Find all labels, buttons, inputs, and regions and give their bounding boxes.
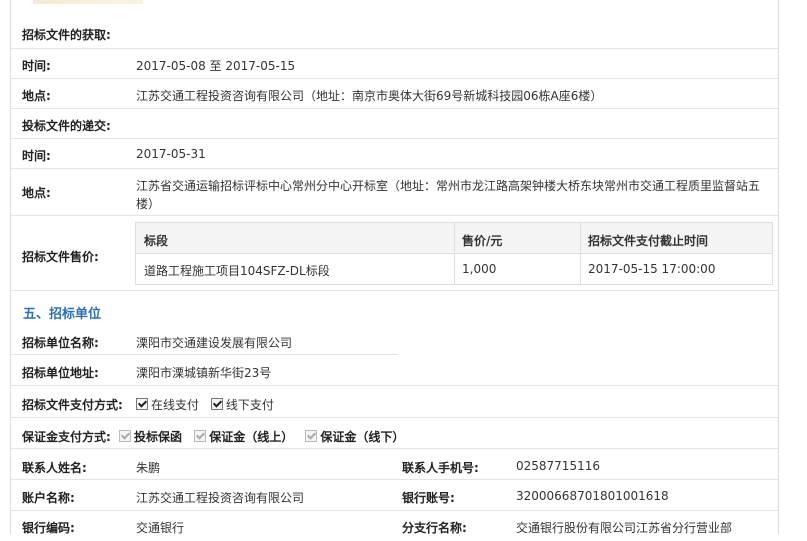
price-table: 标段 售价/元 招标文件支付截止时间 道路工程施工项目104SFZ-DL标段 1… <box>135 222 773 285</box>
row-deposit-method: 保证金支付方式: 投标保函 保证金（线上） 保证金（线下） <box>11 418 778 449</box>
bank-code-value: 交通银行 <box>136 521 185 535</box>
deposit-online-label: 保证金（线上） <box>209 430 294 444</box>
branch-value: 交通银行股份有限公司江苏省分行营业部 <box>516 521 733 535</box>
col-divider <box>580 223 581 284</box>
branch-label: 分支行名称: <box>402 521 467 535</box>
contact-name-label: 联系人姓名: <box>22 461 87 475</box>
account-name-label: 账户名称: <box>22 491 75 505</box>
bank-account-label: 银行账号: <box>402 491 455 505</box>
acquire-time-label: 时间: <box>22 59 51 73</box>
section5-title: 五、招标单位 <box>23 307 102 322</box>
checkbox-checked-icon[interactable] <box>136 398 148 410</box>
row-org-name: 招标单位名称: 溧阳市交通建设发展有限公司 <box>11 324 398 355</box>
deposit-offline-option: 保证金（线下） <box>305 430 404 444</box>
th-price: 售价/元 <box>462 234 503 248</box>
deposit-online-option: 保证金（线上） <box>194 430 293 444</box>
acquire-time-value: 2017-05-08 至 2017-05-15 <box>136 59 296 73</box>
row-submit-title: 投标文件的递交: <box>11 109 778 139</box>
row-acquire-title: 招标文件的获取: <box>11 0 778 49</box>
th-deadline: 招标文件支付截止时间 <box>588 234 709 248</box>
checkbox-checked-disabled-icon <box>305 430 318 442</box>
checkbox-checked-disabled-icon <box>119 430 131 442</box>
deposit-options: 投标保函 保证金（线上） 保证金（线下） <box>119 428 412 445</box>
contact-phone-label: 联系人手机号: <box>402 461 479 475</box>
pay-online-label: 在线支付 <box>151 398 200 412</box>
org-name-label: 招标单位名称: <box>22 336 99 350</box>
section5-header: 五、招标单位 <box>11 291 778 323</box>
row-submit-time: 时间: 2017-05-31 <box>11 139 778 169</box>
deposit-guarantee-option: 投标保函 <box>119 430 182 444</box>
org-name-value: 溧阳市交通建设发展有限公司 <box>136 336 293 350</box>
row-acquire-time: 时间: 2017-05-08 至 2017-05-15 <box>11 49 778 79</box>
org-addr-value: 溧阳市溧城镇新华街23号 <box>136 366 272 380</box>
submit-place-label: 地点: <box>22 186 51 200</box>
row-bank: 银行编码: 交通银行 分支行名称: 交通银行股份有限公司江苏省分行营业部 <box>11 511 778 541</box>
pay-method-label: 招标文件支付方式: <box>22 398 123 412</box>
bank-account-value: 32000668701801001618 <box>516 489 669 503</box>
acquire-place-label: 地点: <box>22 89 51 103</box>
org-addr-label: 招标单位地址: <box>22 366 99 380</box>
th-section: 标段 <box>144 234 169 248</box>
acquire-title: 招标文件的获取: <box>22 28 111 42</box>
td-price: 1,000 <box>462 262 497 276</box>
deposit-guarantee-label: 投标保函 <box>134 430 183 444</box>
row-account: 账户名称: 江苏交通工程投资咨询有限公司 银行账号: 3200066870180… <box>11 480 778 511</box>
submit-title: 投标文件的递交: <box>22 119 111 133</box>
col-divider <box>454 223 455 284</box>
row-submit-place: 地点: 江苏省交通运输招标评标中心常州分中心开标室（地址：常州市龙江路高架钟楼大… <box>11 169 778 216</box>
tender-info-panel: 招标文件的获取: 时间: 2017-05-08 至 2017-05-15 地点:… <box>10 0 779 535</box>
row-org-addr: 招标单位地址: 溧阳市溧城镇新华街23号 <box>11 355 778 386</box>
bank-code-label: 银行编码: <box>22 521 75 535</box>
row-acquire-place: 地点: 江苏交通工程投资咨询有限公司（地址：南京市奥体大街69号新城科技园06栋… <box>11 79 778 109</box>
checkbox-checked-icon[interactable] <box>210 398 223 410</box>
submit-time-label: 时间: <box>22 149 51 163</box>
pay-online-option[interactable]: 在线支付 <box>136 398 199 412</box>
price-label: 招标文件售价: <box>22 250 99 264</box>
contact-phone-value: 02587715116 <box>516 459 600 473</box>
deposit-offline-label: 保证金（线下） <box>320 430 405 444</box>
submit-place-value-line1: 江苏省交通运输招标评标中心常州分中心开标室（地址：常州市龙江路高架钟楼大桥东块常… <box>136 179 761 193</box>
row-contact: 联系人姓名: 朱鹏 联系人手机号: 02587715116 <box>11 449 778 480</box>
submit-time-value: 2017-05-31 <box>136 147 206 161</box>
td-deadline: 2017-05-15 17:00:00 <box>588 262 716 276</box>
pay-offline-option[interactable]: 线下支付 <box>210 398 274 412</box>
row-pay-method: 招标文件支付方式: 在线支付 线下支付 <box>11 386 778 418</box>
contact-name-value: 朱鹏 <box>136 461 161 475</box>
account-name-value: 江苏交通工程投资咨询有限公司 <box>136 491 305 505</box>
checkbox-checked-disabled-icon <box>194 430 207 442</box>
acquire-place-value: 江苏交通工程投资咨询有限公司（地址：南京市奥体大街69号新城科技园06栋A座6楼… <box>136 89 603 103</box>
td-section: 道路工程施工项目104SFZ-DL标段 <box>144 264 330 278</box>
submit-place-value-line2: 楼） <box>136 197 161 211</box>
deposit-label: 保证金支付方式: <box>22 430 111 444</box>
pay-offline-label: 线下支付 <box>225 398 274 412</box>
pay-method-options: 在线支付 线下支付 <box>136 396 282 413</box>
